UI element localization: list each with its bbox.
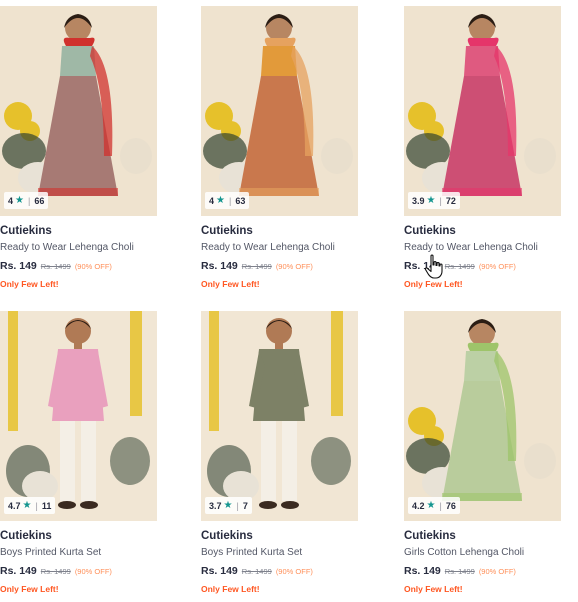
price-row: Rs. 149 Rs. 1499 (90% OFF): [0, 565, 157, 577]
product-discount: (90% OFF): [478, 567, 516, 576]
product-image[interactable]: 4.2 ★ | 76: [404, 311, 561, 521]
rating-value: 4: [8, 195, 14, 206]
product-title: Ready to Wear Lehenga Choli: [404, 242, 538, 253]
product-mrp: Rs. 1499: [241, 567, 272, 576]
stock-status: Only Few Left!: [404, 279, 463, 289]
product-price: Rs. 149: [201, 260, 238, 272]
rating-divider: |: [27, 195, 31, 206]
product-discount: (90% OFF): [74, 262, 112, 271]
product-mrp: Rs. 1499: [241, 262, 272, 271]
stock-status: Only Few Left!: [201, 584, 260, 594]
rating-badge: 3.9 ★ | 72: [408, 192, 460, 209]
rating-badge: 3.7 ★ | 7: [205, 497, 252, 514]
product-price: Rs. 149: [0, 565, 37, 577]
price-row: Rs. 149 Rs. 1499 (90% OFF): [404, 565, 561, 577]
rating-count: 63: [235, 195, 246, 206]
product-card[interactable]: 3.7 ★ | 7 Cutiekins Boys Printed Kurta S…: [201, 311, 358, 594]
rating-count: 7: [242, 500, 248, 511]
product-discount: (90% OFF): [275, 262, 313, 271]
product-card[interactable]: 4.2 ★ | 76 Cutiekins Girls Cotton Leheng…: [404, 311, 561, 594]
rating-value: 3.9: [412, 195, 425, 206]
rating-divider: |: [228, 195, 232, 206]
product-mrp: Rs. 1499: [444, 262, 475, 271]
rating-value: 4.7: [8, 500, 21, 511]
product-photo: [0, 6, 157, 216]
price-row: Rs. 149 Rs. 1499 (90% OFF): [0, 260, 157, 272]
star-icon: ★: [426, 499, 436, 511]
price-row: Rs. 149 Rs. 1499 (90% OFF): [201, 260, 358, 272]
stock-status: Only Few Left!: [0, 279, 59, 289]
product-image[interactable]: 4 ★ | 66: [0, 6, 157, 216]
product-mrp: Rs. 1499: [40, 567, 71, 576]
rating-count: 11: [41, 500, 52, 511]
star-icon: ★: [426, 194, 436, 206]
product-discount: (90% OFF): [74, 567, 112, 576]
star-icon: ★: [15, 194, 24, 206]
product-price: Rs. 149: [201, 565, 238, 577]
rating-badge: 4 ★ | 63: [205, 192, 250, 209]
product-brand: Cutiekins: [201, 530, 253, 542]
product-card[interactable]: 3.9 ★ | 72 Cutiekins Ready to Wear Lehen…: [404, 6, 561, 289]
star-icon: ★: [216, 194, 225, 206]
product-price: Rs. 149: [404, 260, 441, 272]
product-price: Rs. 149: [404, 565, 441, 577]
rating-divider: |: [35, 500, 38, 511]
star-icon: ★: [22, 499, 32, 511]
rating-value: 4: [209, 195, 215, 206]
product-title: Ready to Wear Lehenga Choli: [0, 242, 134, 253]
rating-badge: 4.7 ★ | 11: [4, 497, 56, 514]
product-photo: [201, 311, 358, 521]
rating-count: 66: [34, 195, 45, 206]
stock-status: Only Few Left!: [201, 279, 260, 289]
price-row: Rs. 149 Rs. 1499 (90% OFF): [201, 565, 358, 577]
product-discount: (90% OFF): [275, 567, 313, 576]
product-photo: [404, 6, 561, 216]
rating-count: 72: [445, 195, 456, 206]
price-row: Rs. 149 Rs. 1499 (90% OFF): [404, 260, 561, 272]
product-image[interactable]: 3.9 ★ | 72: [404, 6, 561, 216]
product-brand: Cutiekins: [201, 225, 253, 237]
product-title: Girls Cotton Lehenga Choli: [404, 547, 525, 558]
rating-divider: |: [236, 500, 239, 511]
product-title: Boys Printed Kurta Set: [0, 547, 102, 558]
stock-status: Only Few Left!: [0, 584, 59, 594]
product-image[interactable]: 4.7 ★ | 11: [0, 311, 157, 521]
product-image[interactable]: 3.7 ★ | 7: [201, 311, 358, 521]
product-image[interactable]: 4 ★ | 63: [201, 6, 358, 216]
rating-badge: 4 ★ | 66: [4, 192, 49, 209]
product-brand: Cutiekins: [404, 530, 456, 542]
rating-divider: |: [439, 500, 442, 511]
rating-divider: |: [439, 195, 442, 206]
product-card[interactable]: 4 ★ | 63 Cutiekins Ready to Wear Lehenga…: [201, 6, 358, 289]
product-card[interactable]: 4 ★ | 66 Cutiekins Ready to Wear Lehenga…: [0, 6, 157, 289]
product-photo: [201, 6, 358, 216]
rating-count: 76: [445, 500, 456, 511]
product-title: Boys Printed Kurta Set: [201, 547, 303, 558]
product-photo: [0, 311, 157, 521]
product-discount: (90% OFF): [478, 262, 516, 271]
product-brand: Cutiekins: [0, 225, 52, 237]
product-mrp: Rs. 1499: [40, 262, 71, 271]
product-photo: [404, 311, 561, 521]
product-card[interactable]: 4.7 ★ | 11 Cutiekins Boys Printed Kurta …: [0, 311, 157, 594]
stock-status: Only Few Left!: [404, 584, 463, 594]
star-icon: ★: [223, 499, 233, 511]
product-price: Rs. 149: [0, 260, 37, 272]
product-brand: Cutiekins: [0, 530, 52, 542]
rating-value: 3.7: [209, 500, 222, 511]
rating-badge: 4.2 ★ | 76: [408, 497, 460, 514]
product-brand: Cutiekins: [404, 225, 456, 237]
product-mrp: Rs. 1499: [444, 567, 475, 576]
product-title: Ready to Wear Lehenga Choli: [201, 242, 335, 253]
rating-value: 4.2: [412, 500, 425, 511]
